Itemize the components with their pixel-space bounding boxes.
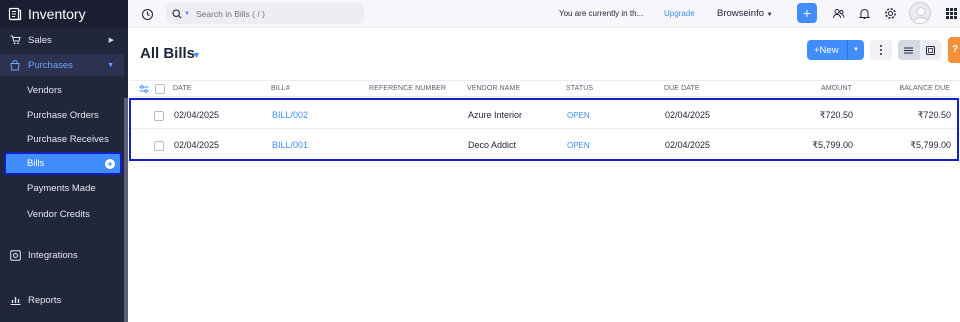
sidebar-item-label: Purchase Orders — [27, 109, 99, 121]
upgrade-link[interactable]: Upgrade — [664, 9, 695, 18]
select-all-checkbox[interactable] — [155, 84, 165, 94]
chevron-down-icon[interactable]: ▼ — [192, 50, 201, 60]
sidebar-item-label: Sales — [28, 34, 52, 46]
sidebar-item-label: Vendor Credits — [27, 208, 90, 220]
bell-icon[interactable] — [858, 7, 871, 20]
cell-due-date: 02/04/2025 — [665, 140, 711, 150]
more-options-button[interactable] — [870, 40, 892, 60]
sidebar-item-vendor-credits[interactable]: Vendor Credits — [0, 206, 124, 222]
org-name: Browseinfo — [717, 8, 764, 19]
column-header-due-date[interactable]: DUE DATE — [664, 85, 700, 92]
chevron-down-icon[interactable]: ▼ — [184, 11, 190, 17]
chevron-down-icon: ▼ — [107, 61, 114, 69]
add-bill-icon[interactable]: + — [105, 159, 115, 169]
sidebar-item-vendors[interactable]: Vendors — [0, 82, 124, 98]
search-icon — [172, 8, 182, 19]
sidebar-item-label: Bills — [27, 158, 45, 169]
page-title[interactable]: All Bills — [140, 45, 195, 62]
table-header: DATE BILL# REFERENCE NUMBER VENDOR NAME … — [130, 80, 960, 97]
sidebar-item-integrations[interactable]: Integrations — [0, 247, 124, 263]
sidebar-scrollbar[interactable] — [124, 98, 128, 322]
user-icon — [912, 7, 930, 23]
table-row[interactable]: 02/04/2025 BILL/001 Deco Addict OPEN 02/… — [131, 130, 957, 159]
sidebar-item-label: Payments Made — [27, 182, 96, 194]
cell-balance-due: ₹720.50 — [917, 110, 951, 120]
chevron-down-icon: ▼ — [766, 12, 773, 18]
grid-view-icon[interactable] — [920, 40, 942, 60]
cell-date: 02/04/2025 — [174, 110, 220, 120]
cell-amount: ₹720.50 — [819, 110, 853, 120]
search-input[interactable] — [195, 8, 346, 19]
app-title: Inventory — [28, 6, 86, 22]
cart-icon — [8, 34, 22, 46]
top-bar: ▼ You are currently in th... Upgrade Bro… — [128, 0, 960, 28]
bills-table: 02/04/2025 BILL/002 Azure Interior OPEN … — [129, 98, 959, 161]
row-checkbox[interactable] — [154, 141, 164, 151]
inventory-logo-icon — [8, 7, 22, 21]
list-view-icon[interactable] — [898, 40, 920, 60]
view-toggle — [898, 40, 941, 60]
sidebar-item-sales[interactable]: Sales ▶ — [0, 32, 124, 48]
sidebar-item-label: Purchase Receives — [27, 133, 109, 145]
column-header-date[interactable]: DATE — [173, 85, 192, 92]
cell-status: OPEN — [567, 141, 590, 150]
avatar[interactable] — [909, 2, 931, 24]
new-button-label: +New — [814, 44, 839, 56]
row-checkbox[interactable] — [154, 111, 164, 121]
column-settings-icon[interactable] — [139, 84, 149, 94]
bar-chart-icon — [8, 294, 22, 306]
sidebar-item-bills[interactable]: Bills + — [4, 152, 122, 175]
sidebar-item-purchase-receives[interactable]: Purchase Receives — [0, 131, 124, 147]
column-header-vendor[interactable]: VENDOR NAME — [467, 85, 520, 92]
cell-due-date: 02/04/2025 — [665, 110, 711, 120]
brand[interactable]: Inventory — [0, 0, 128, 28]
app-grid-icon[interactable] — [946, 8, 957, 19]
sidebar-item-purchase-orders[interactable]: Purchase Orders — [0, 107, 124, 123]
sidebar-item-payments-made[interactable]: Payments Made — [0, 180, 124, 196]
sidebar-item-label: Purchases — [28, 59, 73, 71]
table-row[interactable]: 02/04/2025 BILL/002 Azure Interior OPEN … — [131, 100, 957, 129]
column-header-status[interactable]: STATUS — [566, 85, 593, 92]
cell-vendor: Deco Addict — [468, 140, 517, 150]
users-icon[interactable] — [832, 7, 845, 20]
gear-icon[interactable] — [884, 7, 897, 20]
column-header-amount[interactable]: AMOUNT — [810, 85, 852, 92]
sidebar-item-label: Reports — [28, 294, 62, 306]
sidebar: Inventory Sales ▶ Purchases ▼ Vendors Pu… — [0, 0, 128, 322]
cell-amount: ₹5,799.00 — [812, 140, 853, 150]
chevron-right-icon: ▶ — [108, 37, 114, 44]
shopping-bag-icon — [8, 59, 22, 71]
integrations-icon — [8, 249, 22, 261]
recent-activity-icon[interactable] — [141, 8, 154, 21]
cell-vendor: Azure Interior — [468, 110, 523, 120]
column-header-bill[interactable]: BILL# — [271, 85, 290, 92]
column-header-balance-due[interactable]: BALANCE DUE — [894, 85, 950, 92]
quick-create-button[interactable]: + — [797, 3, 817, 23]
search-box[interactable]: ▼ — [166, 3, 364, 24]
cell-bill-number[interactable]: BILL/001 — [272, 140, 308, 150]
app-root: Inventory Sales ▶ Purchases ▼ Vendors Pu… — [0, 0, 960, 322]
new-bill-button[interactable]: +New ▼ — [807, 40, 864, 60]
sidebar-item-label: Integrations — [28, 249, 78, 261]
chevron-down-icon[interactable]: ▼ — [848, 47, 864, 53]
cell-status: OPEN — [567, 111, 590, 120]
cell-date: 02/04/2025 — [174, 140, 220, 150]
cell-bill-number[interactable]: BILL/002 — [272, 110, 308, 120]
trial-notice: You are currently in th... — [559, 9, 644, 18]
column-header-reference[interactable]: REFERENCE NUMBER — [369, 85, 446, 92]
sidebar-item-label: Vendors — [27, 84, 62, 96]
sidebar-item-reports[interactable]: Reports — [0, 292, 124, 308]
help-button[interactable]: ? — [948, 37, 960, 63]
cell-balance-due: ₹5,799.00 — [910, 140, 951, 150]
org-switcher[interactable]: Browseinfo ▼ — [717, 8, 773, 19]
sidebar-item-purchases[interactable]: Purchases ▼ — [0, 54, 124, 76]
